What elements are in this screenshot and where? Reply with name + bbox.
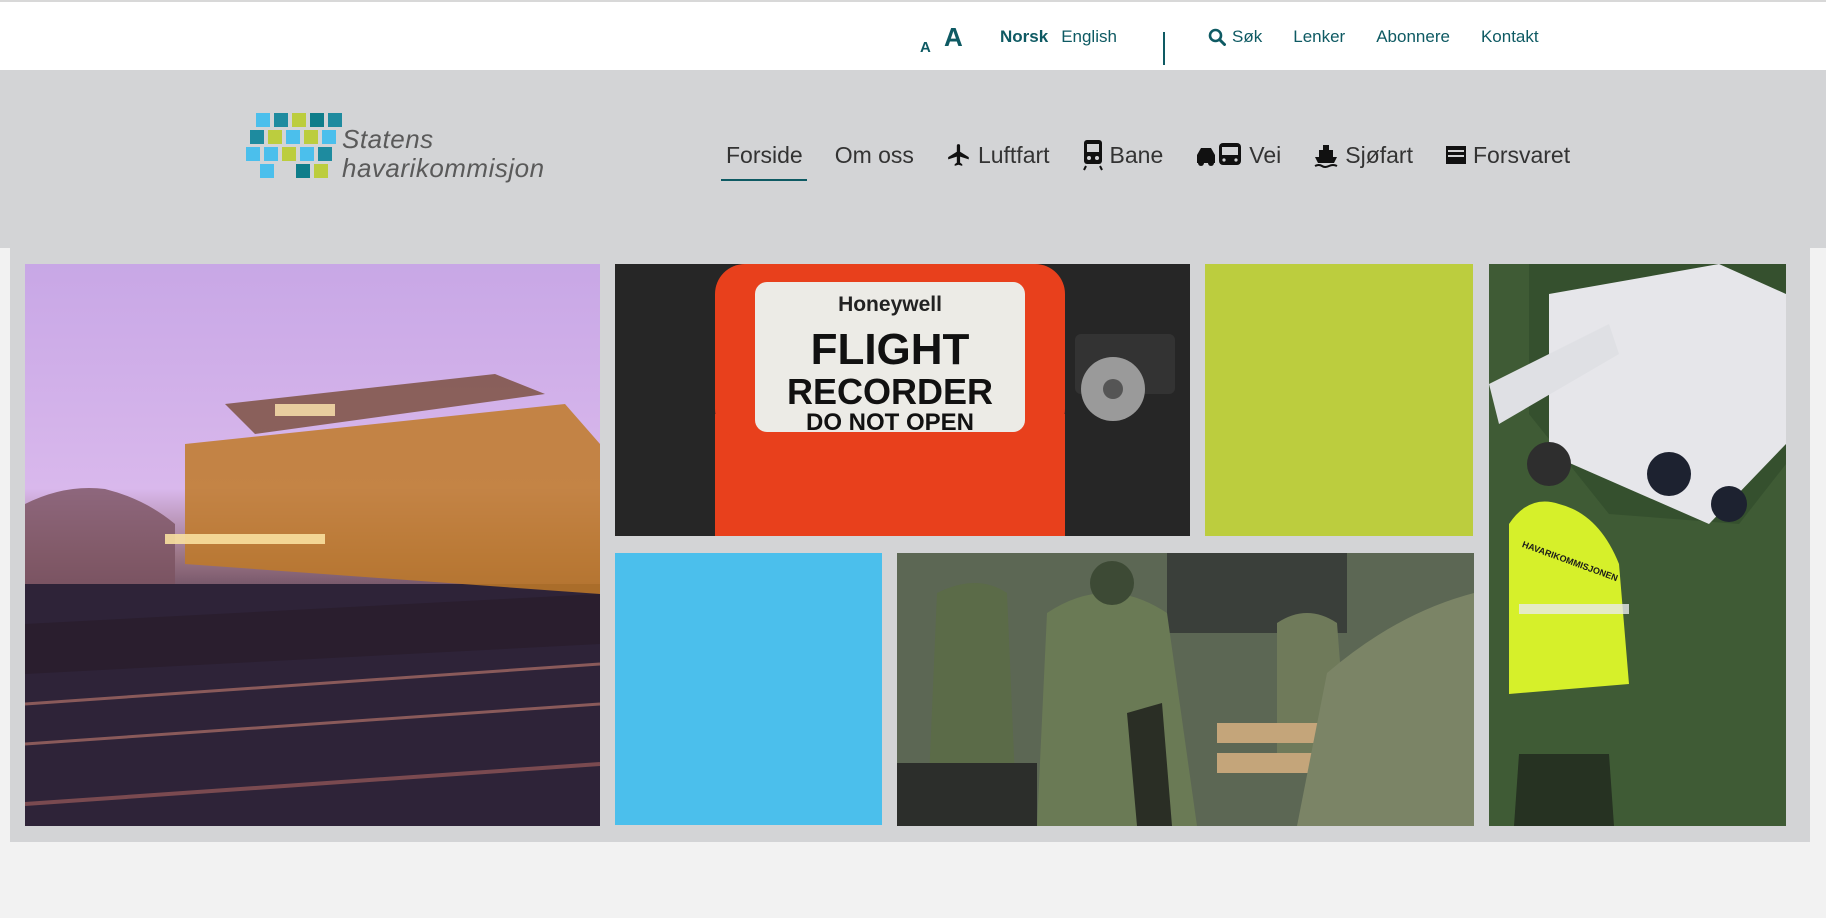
- divider: [1163, 32, 1165, 65]
- train-icon: [1082, 140, 1103, 171]
- nav-item-forsvaret[interactable]: Forsvaret: [1445, 135, 1570, 175]
- main-navigation: Forside Om oss Luftfart Bane Vei Sjøfart…: [721, 135, 1602, 181]
- language-norsk-link[interactable]: Norsk: [1000, 27, 1048, 47]
- plane-wreck-photo[interactable]: HAVARIKOMMISJONEN: [1489, 264, 1786, 826]
- nav-label: Bane: [1109, 141, 1164, 168]
- font-size-large-button[interactable]: A: [944, 2, 963, 72]
- search-label: Søk: [1232, 27, 1263, 46]
- link-lenker[interactable]: Lenker: [1293, 27, 1345, 47]
- nav-item-vei[interactable]: Vei: [1195, 135, 1281, 175]
- nav-item-sjofart[interactable]: Sjøfart: [1313, 135, 1413, 175]
- car-bus-icon: [1197, 143, 1242, 166]
- flight-recorder-photo[interactable]: Honeywell FLIGHT RECORDER DO NOT OPEN: [615, 264, 1190, 536]
- recorder-brand: Honeywell: [838, 293, 942, 316]
- nav-label: Forside: [726, 141, 803, 168]
- blue-color-tile[interactable]: [615, 553, 882, 825]
- nav-item-om-oss[interactable]: Om oss: [835, 135, 914, 175]
- logo-line-2: havarikommisjon: [342, 153, 545, 183]
- recorder-line-1: FLIGHT: [811, 325, 970, 374]
- utility-bar: A A Norsk English Søk Lenker Abonnere Ko…: [0, 0, 1826, 70]
- nav-label: Sjøfart: [1345, 141, 1413, 168]
- language-switcher: Norsk English: [1000, 2, 1117, 72]
- utility-links: Søk Lenker Abonnere Kontakt: [1208, 2, 1539, 72]
- link-abonnere[interactable]: Abonnere: [1376, 27, 1450, 47]
- nav-item-bane[interactable]: Bane: [1082, 135, 1164, 175]
- flight-recorder-illustration: Honeywell FLIGHT RECORDER DO NOT OPEN: [615, 264, 1190, 536]
- nav-item-luftfart[interactable]: Luftfart: [946, 135, 1050, 175]
- airplane-icon: [948, 144, 969, 166]
- nav-label: Luftfart: [977, 141, 1050, 168]
- nav-label: Om oss: [834, 141, 914, 168]
- nav-label: Forsvaret: [1472, 141, 1571, 168]
- green-color-tile[interactable]: [1205, 264, 1473, 536]
- soldiers-illustration: [897, 553, 1474, 826]
- train-photo[interactable]: [25, 264, 600, 826]
- nav-label: Vei: [1249, 141, 1282, 168]
- logo-line-1: Statens: [342, 124, 434, 154]
- soldiers-photo[interactable]: [897, 553, 1474, 826]
- link-kontakt[interactable]: Kontakt: [1481, 27, 1539, 47]
- nav-item-forside[interactable]: Forside: [721, 135, 807, 181]
- recorder-line-3: DO NOT OPEN: [806, 409, 974, 436]
- language-english-link[interactable]: English: [1061, 27, 1117, 47]
- plane-wreck-illustration: HAVARIKOMMISJONEN: [1489, 264, 1786, 826]
- search-icon: [1208, 28, 1226, 46]
- train-illustration: [25, 374, 600, 826]
- search-link[interactable]: Søk: [1208, 27, 1262, 47]
- recorder-line-2: RECORDER: [787, 371, 993, 412]
- military-icon: [1445, 146, 1466, 164]
- logo-text[interactable]: Statens havarikommisjon: [342, 125, 545, 183]
- ship-icon: [1314, 145, 1338, 168]
